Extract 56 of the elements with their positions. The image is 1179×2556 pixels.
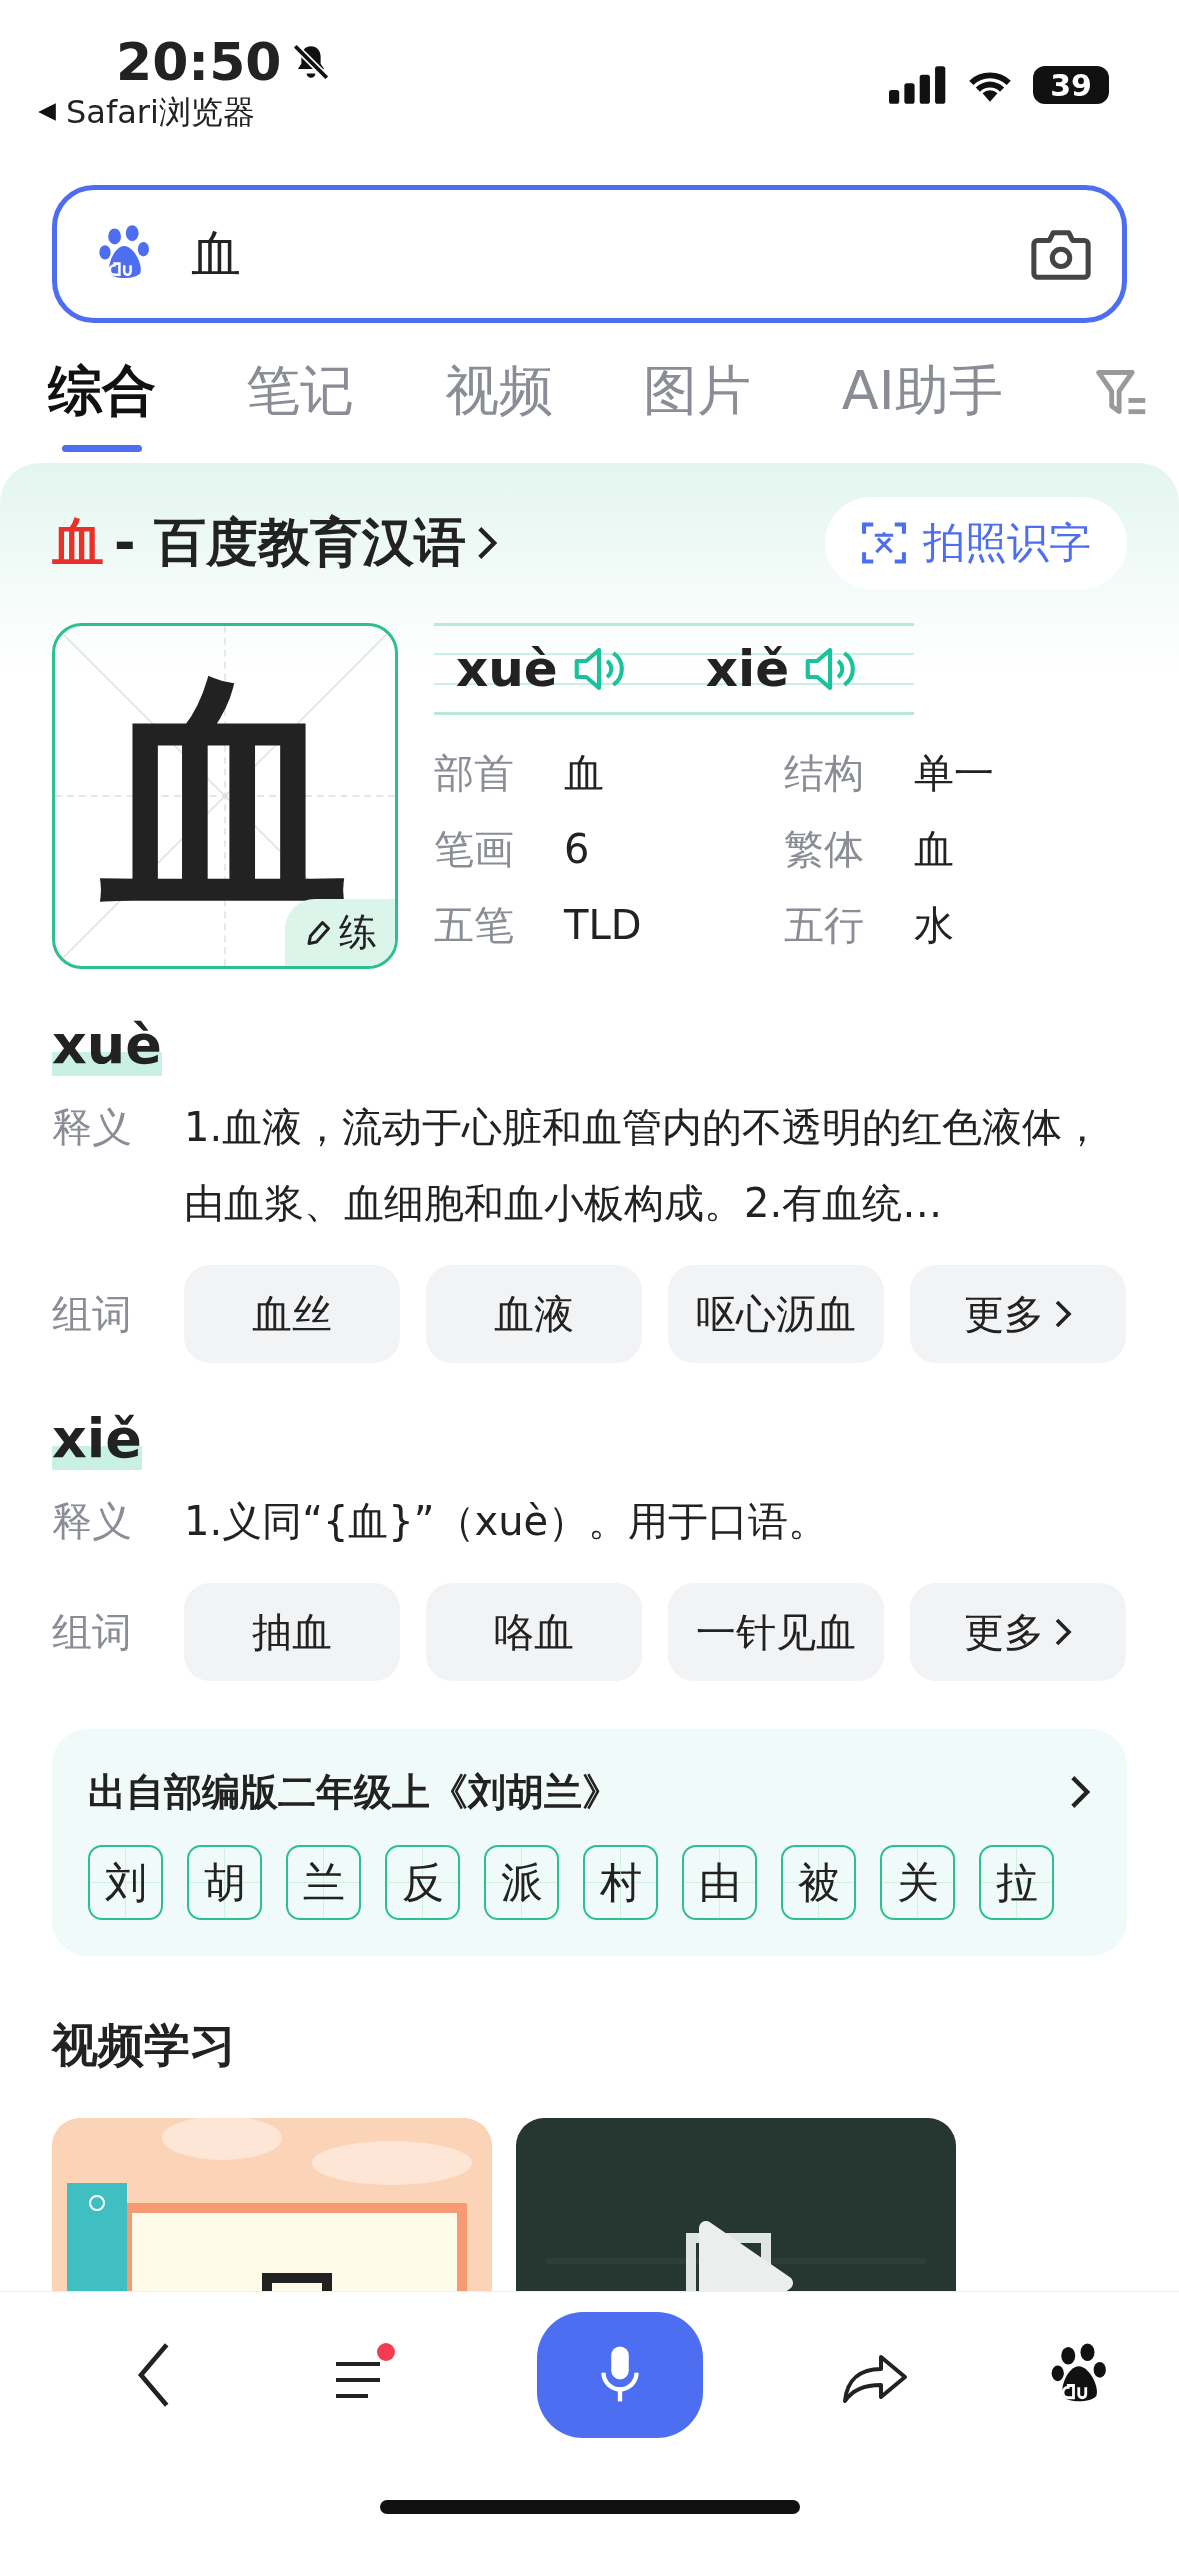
attribute-label: 繁体: [784, 825, 865, 874]
textbook-card[interactable]: 出自部编版二年级上《刘胡兰》 刘 胡 兰 反 派 村 由 被 关 拉: [52, 1729, 1127, 1956]
character-tile[interactable]: 反: [385, 1845, 460, 1920]
chevron-right-icon: [1054, 1299, 1072, 1329]
chevron-right-icon: [1054, 1617, 1072, 1647]
attribute-label: 笔画: [434, 825, 515, 874]
character-tile[interactable]: 兰: [286, 1845, 361, 1920]
scan-text-icon: [861, 520, 907, 566]
attribute-label: 结构: [784, 749, 865, 798]
photo-recognize-button[interactable]: 拍照识字: [825, 497, 1127, 589]
back-to-app-link[interactable]: Safari浏览器: [66, 92, 255, 132]
character-tile[interactable]: 被: [781, 1845, 856, 1920]
attribute-value: TLD: [564, 901, 643, 950]
more-button[interactable]: 更多: [910, 1583, 1126, 1681]
more-button[interactable]: 更多: [910, 1265, 1126, 1363]
pinyin-text: xiě: [705, 640, 790, 698]
definition-text: 1.血液，流动于心脏和血管内的不透明的红色液体，由血浆、血细胞和血小板构成。2.有血统…: [184, 1103, 1104, 1228]
attribute-label: 部首: [434, 749, 515, 798]
character-tile[interactable]: 派: [484, 1845, 559, 1920]
search-tab[interactable]: 综合: [48, 334, 156, 452]
word-chip[interactable]: 抽血: [184, 1583, 400, 1681]
definition-label: 释义: [52, 1103, 133, 1152]
pinyin-text: xuè: [456, 640, 558, 698]
word-chip[interactable]: 咯血: [426, 1583, 642, 1681]
definition-label: 释义: [52, 1497, 133, 1546]
dictionary-title-link[interactable]: - 百度教育汉语: [114, 508, 466, 578]
character-tile[interactable]: 刘: [88, 1845, 163, 1920]
section-title: 视频学习: [52, 2017, 237, 2074]
character-tile[interactable]: 由: [682, 1845, 757, 1920]
entry-character: 血: [52, 511, 104, 574]
word-chip[interactable]: 呕心沥血: [668, 1265, 884, 1363]
word-chip[interactable]: 血丝: [184, 1265, 400, 1363]
character-tile[interactable]: 胡: [187, 1845, 262, 1920]
attribute-value: 单一: [914, 749, 995, 798]
attribute-label: 五行: [784, 901, 865, 950]
voice-search-button[interactable]: [536, 2312, 703, 2438]
attribute-value: 血: [564, 749, 605, 798]
character-tile[interactable]: 关: [880, 1845, 955, 1920]
signal-icon: [889, 66, 947, 104]
attribute-label: 五笔: [434, 901, 515, 950]
word-chip[interactable]: 一针见血: [668, 1583, 884, 1681]
word-chip[interactable]: 血液: [426, 1265, 642, 1363]
status-time: 20:50: [116, 32, 282, 92]
chevron-right-icon[interactable]: [1069, 1774, 1091, 1810]
back-triangle-icon[interactable]: [36, 101, 58, 123]
attribute-value: 血: [914, 825, 955, 874]
battery-indicator: 39: [1033, 66, 1109, 104]
words-label: 组词: [52, 1290, 133, 1339]
attribute-value: 水: [914, 901, 955, 950]
character-tile[interactable]: 村: [583, 1845, 658, 1920]
textbook-title: 出自部编版二年级上《刘胡兰》: [88, 1768, 620, 1816]
words-label: 组词: [52, 1608, 133, 1657]
search-field[interactable]: 血: [52, 185, 1127, 323]
attribute-value: 6: [564, 825, 591, 874]
character-tile[interactable]: 拉: [979, 1845, 1054, 1920]
definition-text: 1.义同“{血}”（xuè）。用于口语。: [184, 1497, 830, 1546]
